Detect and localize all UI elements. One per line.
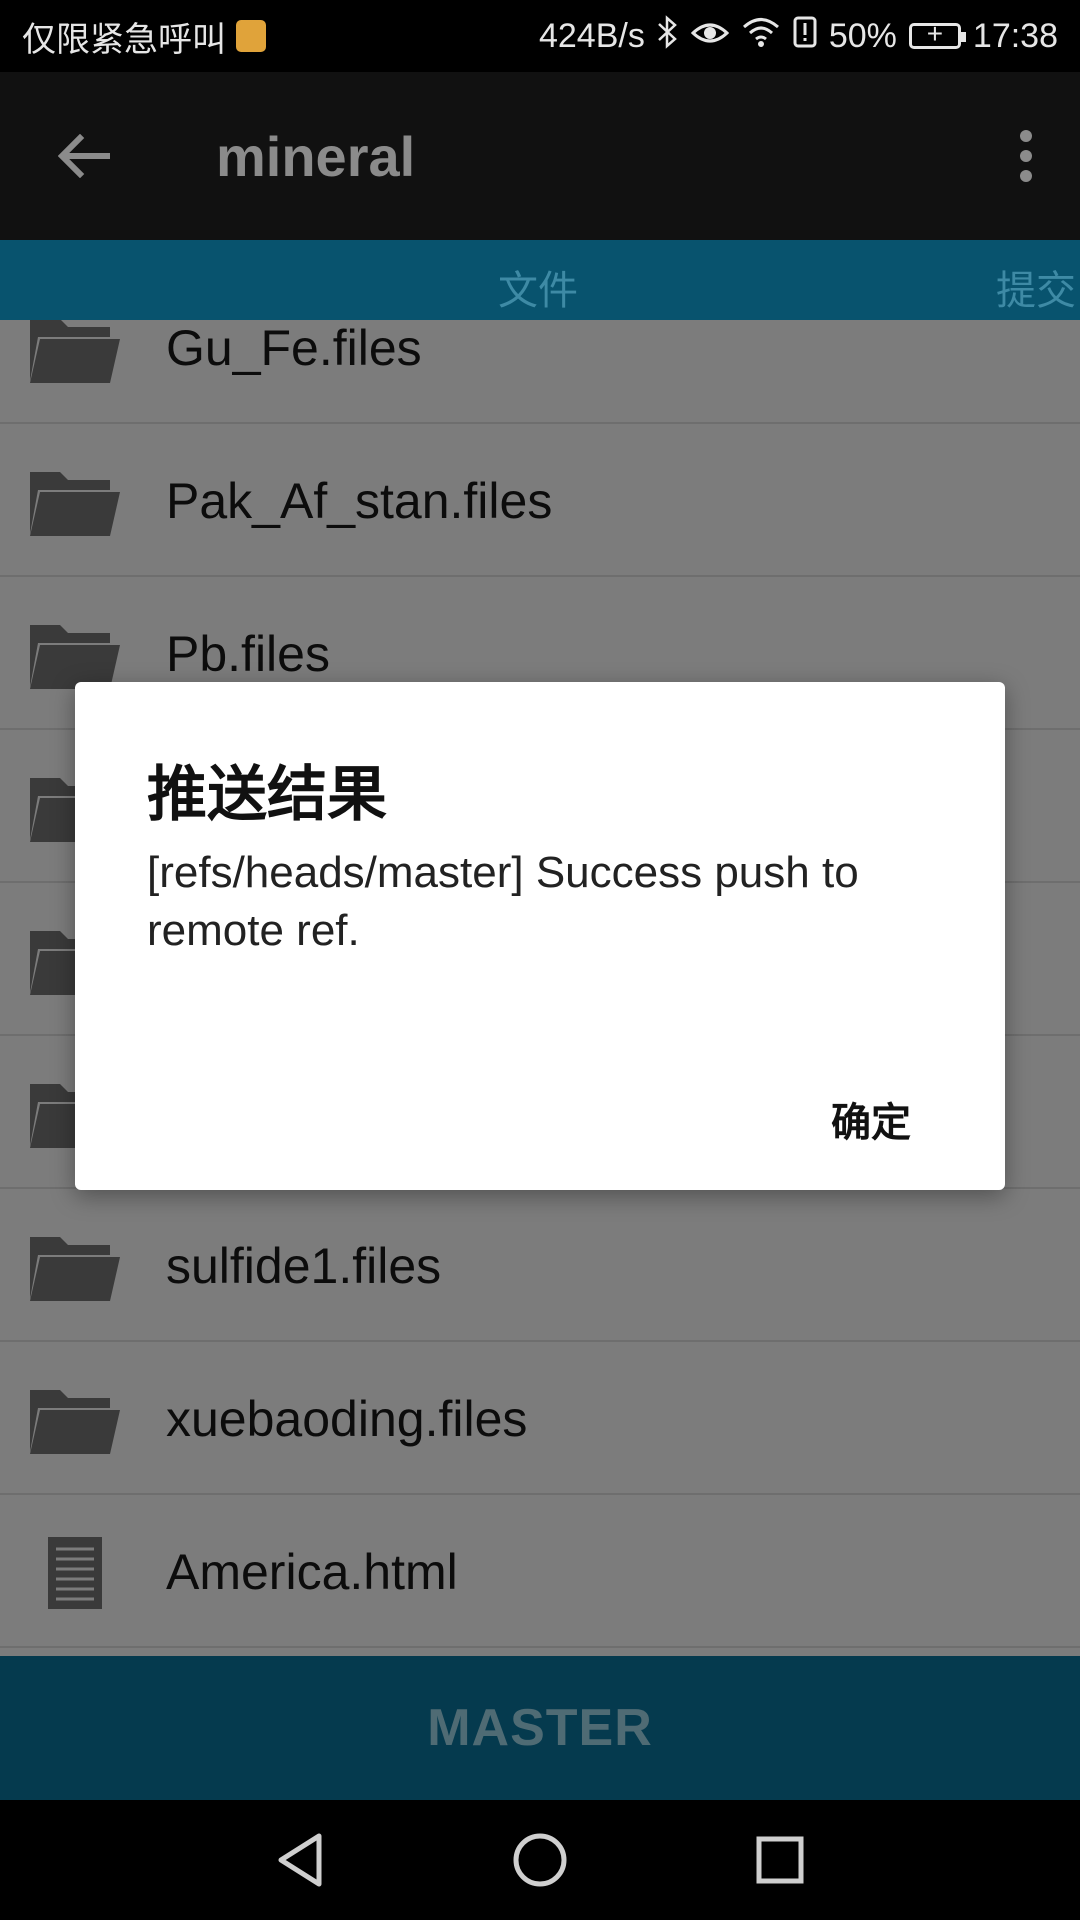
more-vert-icon [1020,130,1032,182]
nav-back-button[interactable] [255,1815,345,1905]
folder-icon [30,1237,120,1301]
push-result-dialog: 推送结果 [refs/heads/master] Success push to… [75,682,1005,1190]
sim-icon [236,20,266,52]
network-speed: 424B/s [538,16,645,55]
navigation-bar [0,1800,1080,1920]
alert-icon [793,16,817,57]
file-name: sulfide1.files [166,1238,442,1294]
status-right: 424B/s 50% + 17:38 [539,15,1058,57]
app-bar: mineral [0,72,1080,240]
list-item[interactable]: sulfide1.files [0,1189,1080,1342]
list-item[interactable]: xuebaoding.files [0,1342,1080,1495]
document-icon [48,1537,102,1609]
battery-charging-icon: + [908,18,966,49]
back-button[interactable] [36,108,132,204]
file-name: America.html [166,1544,458,1600]
tab-bar: 文件 提交 [0,240,1080,320]
nav-recents-button[interactable] [735,1815,825,1905]
recents-square-icon [756,1836,804,1884]
file-name: Gu_Fe.files [166,320,422,376]
page-title: mineral [216,124,416,188]
wifi-icon [741,16,781,57]
folder-icon [30,1390,120,1454]
status-bar: 仅限紧急呼叫 424B/s 50% + 17:38 [0,0,1080,72]
clock: 17:38 [972,16,1058,55]
file-name: Pb.files [166,626,330,682]
tab-commits[interactable]: 提交 [996,258,1076,316]
back-triangle-icon [278,1833,322,1887]
list-item[interactable]: Pak_Af_stan.files [0,424,1080,577]
folder-icon [30,320,120,383]
folder-icon [30,472,120,536]
dialog-title: 推送结果 [147,761,387,828]
nav-home-button[interactable] [495,1815,585,1905]
ok-button[interactable]: 确定 [823,1080,919,1158]
bluetooth-icon [657,15,679,57]
branch-label: MASTER [427,1699,653,1757]
home-circle-icon [513,1833,567,1887]
branch-bar[interactable]: MASTER [0,1656,1080,1800]
dialog-message: [refs/heads/master] Success push to remo… [147,848,859,955]
list-item[interactable]: America.html [0,1495,1080,1648]
battery-percent: 50% [828,16,897,55]
file-name: xuebaoding.files [166,1391,528,1447]
overflow-menu-button[interactable] [1006,108,1046,204]
file-name: Pak_Af_stan.files [166,473,553,529]
list-item[interactable]: Gu_Fe.files [0,320,1080,424]
arrow-back-icon [58,134,110,178]
eye-comfort-icon [690,17,730,56]
status-left: 仅限紧急呼叫 [22,12,266,61]
tab-files[interactable]: 文件 [498,258,578,316]
carrier-text: 仅限紧急呼叫 [22,20,226,59]
